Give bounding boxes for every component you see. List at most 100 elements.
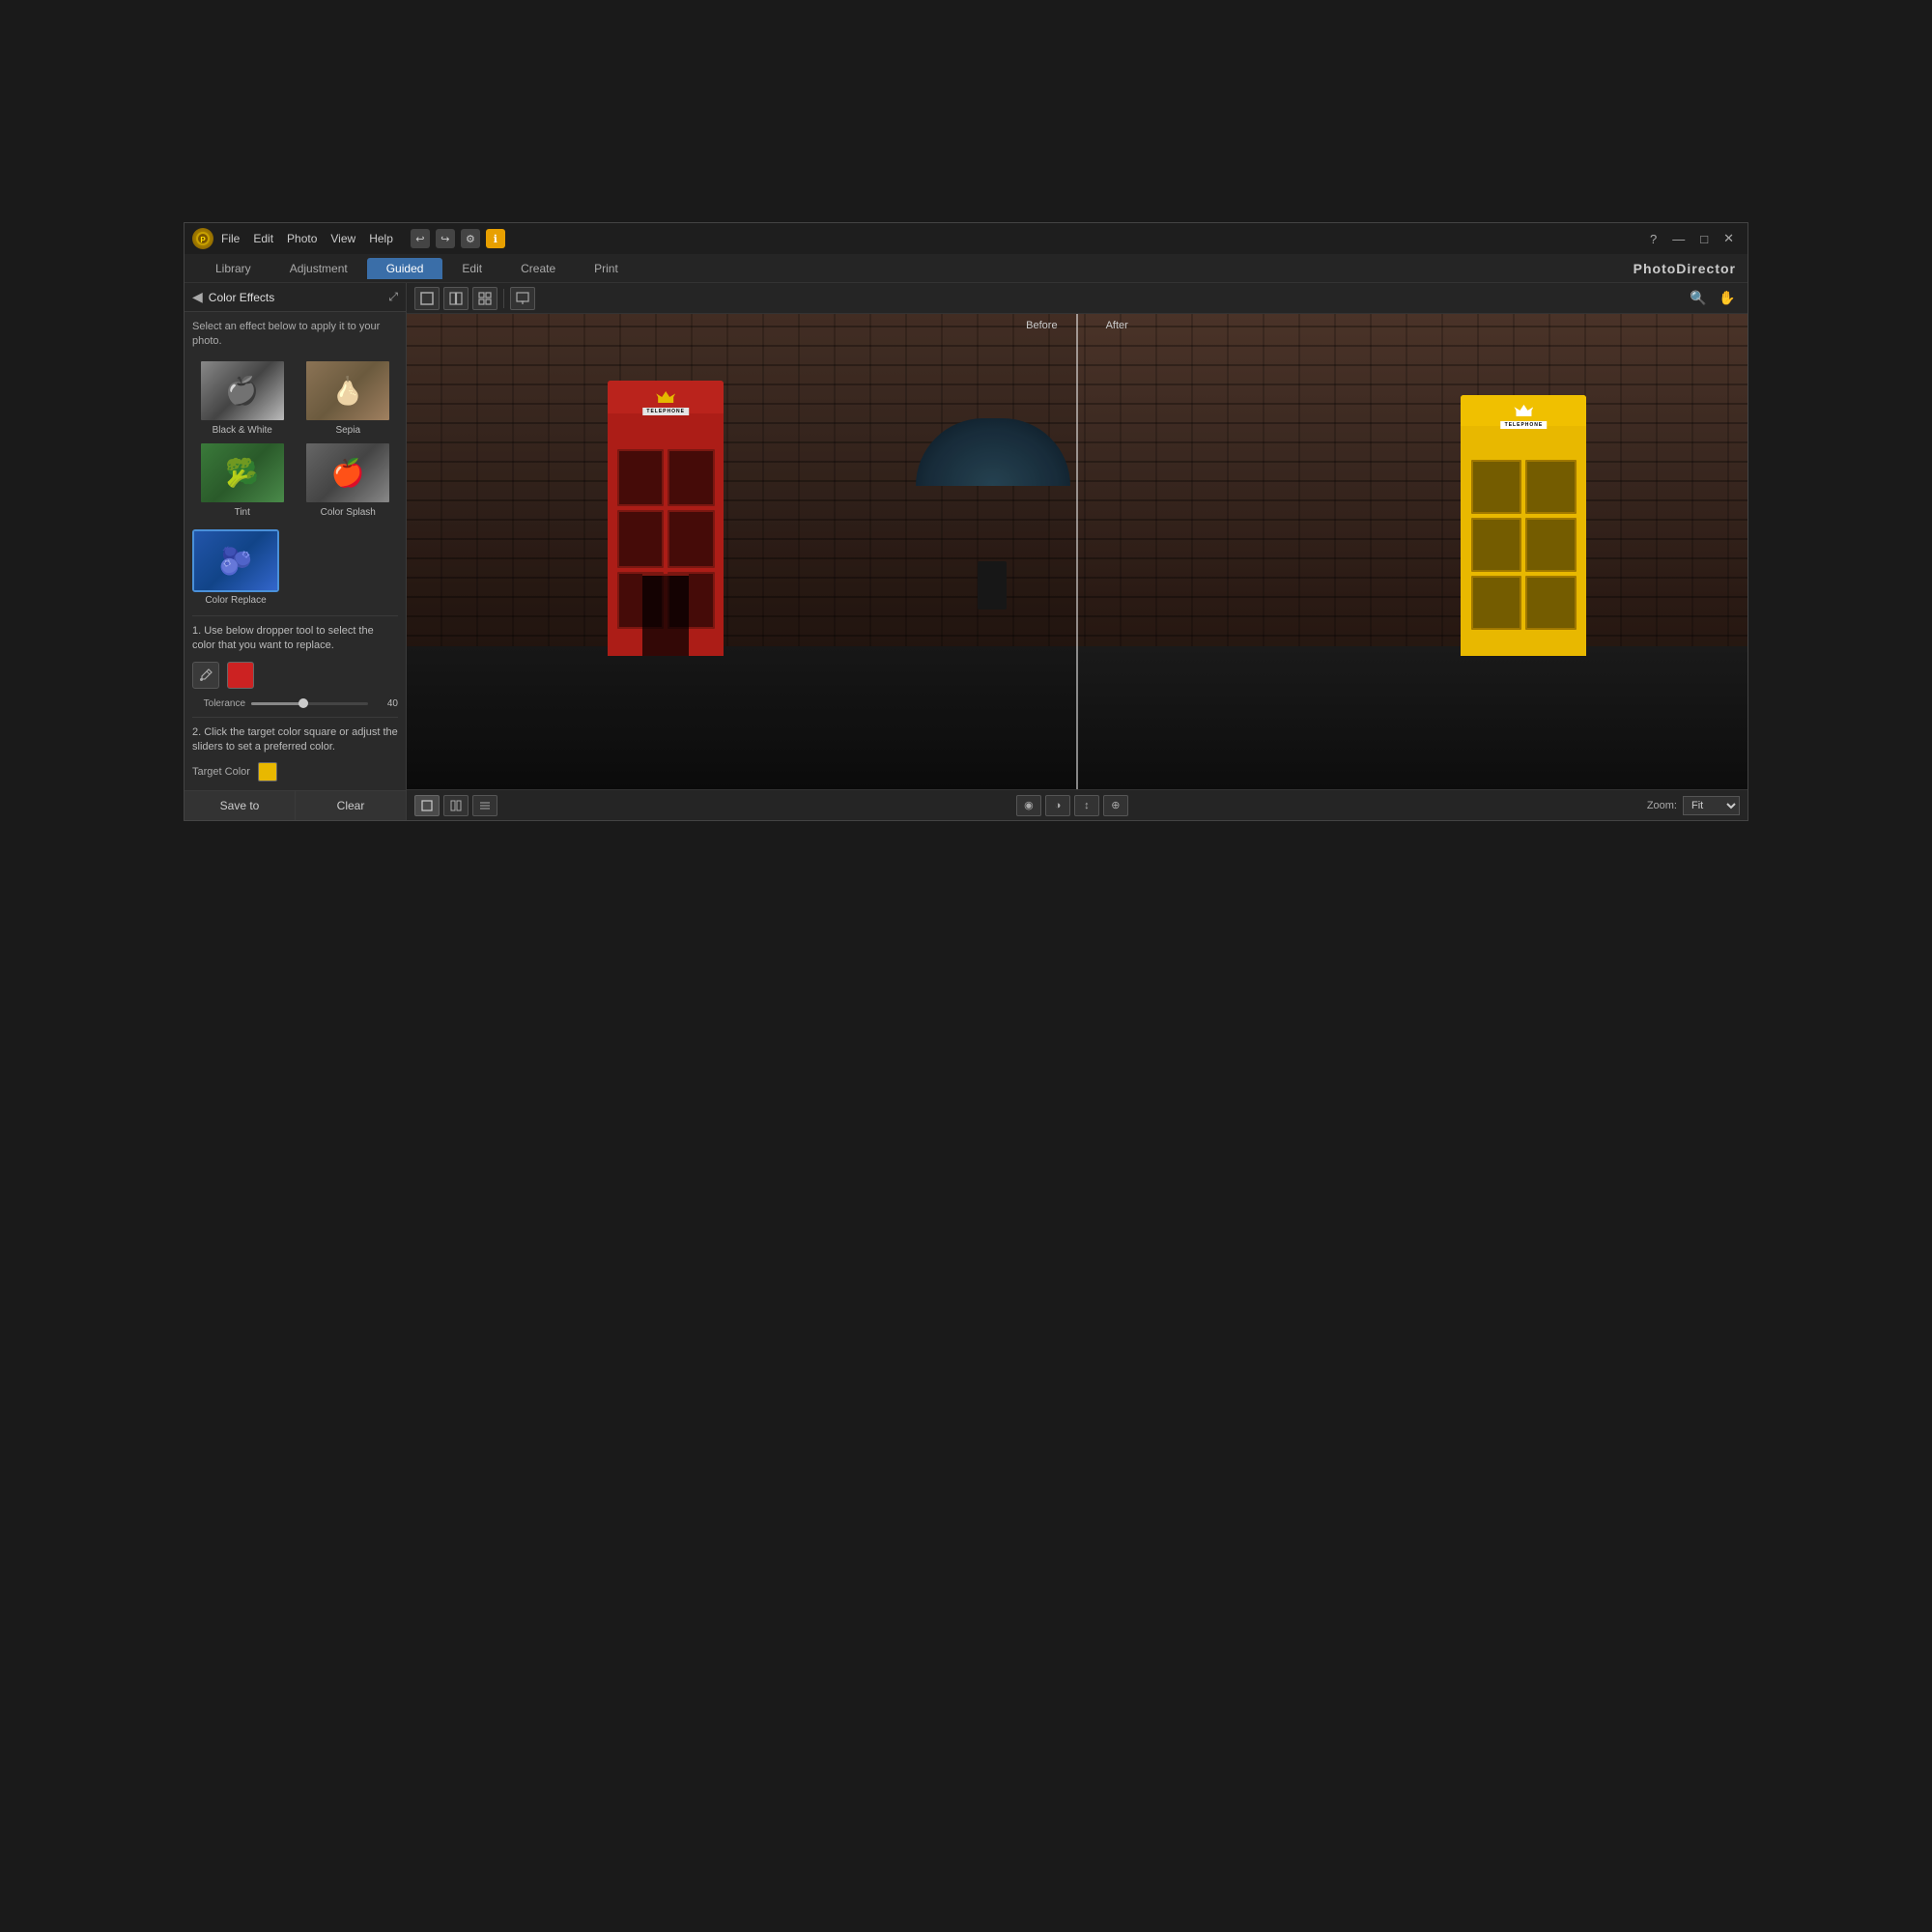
clear-button[interactable]: Clear: [296, 791, 406, 820]
settings-icon[interactable]: ⚙: [461, 229, 480, 248]
color-selector-row: [192, 662, 398, 689]
single-view-btn[interactable]: [414, 795, 440, 816]
step2-section: 2. Click the target color square or adju…: [192, 725, 398, 790]
bottom-toolbar: ◉ ◑ ↕ ⊕ Zoom: Fit 25% 50% 75% 100% 150% …: [407, 789, 1747, 820]
effect-tint[interactable]: Tint: [192, 441, 293, 518]
help-btn[interactable]: ?: [1644, 230, 1662, 248]
effect-sepia[interactable]: Sepia: [298, 359, 399, 436]
compare-btn[interactable]: ◑: [1045, 795, 1070, 816]
menu-view[interactable]: View: [330, 232, 355, 245]
booth-window-1: [617, 449, 664, 506]
magnify-icon[interactable]: 🔍: [1686, 287, 1711, 310]
booth-window-2: [668, 449, 714, 506]
yellow-window-6: [1525, 576, 1577, 630]
view-grid-btn[interactable]: [472, 287, 497, 310]
zoom-select[interactable]: Fit 25% 50% 75% 100% 150% 200%: [1683, 796, 1740, 815]
info-icon[interactable]: ℹ: [486, 229, 505, 248]
split-line[interactable]: [1076, 314, 1078, 789]
toolbar-divider: [503, 289, 504, 308]
divider-1: [192, 615, 398, 616]
panel-body: Select an effect below to apply it to yo…: [185, 312, 406, 790]
yellow-booth-body: TELEPHONE: [1461, 395, 1586, 657]
tab-create[interactable]: Create: [501, 258, 575, 279]
view-monitor-btn[interactable]: [510, 287, 535, 310]
view-single-btn[interactable]: [414, 287, 440, 310]
person-body: [978, 561, 1007, 610]
toolbar-icons: ↩ ↪ ⚙ ℹ: [411, 229, 505, 248]
app-logo: P: [192, 228, 213, 249]
effect-replace[interactable]: Color Replace: [192, 529, 279, 606]
yellow-window-3: [1471, 518, 1522, 572]
bottom-left-tools: [414, 795, 497, 816]
red-booth-sign: TELEPHONE: [642, 408, 689, 415]
red-booth-body: TELEPHONE: [608, 381, 724, 656]
menu-photo[interactable]: Photo: [287, 232, 317, 245]
bottom-center-tools: ◉ ◑ ↕ ⊕: [1016, 795, 1128, 816]
undo-icon[interactable]: ↩: [411, 229, 430, 248]
tolerance-slider[interactable]: [251, 702, 368, 705]
target-color-row: Target Color: [192, 762, 398, 781]
history-btn[interactable]: [472, 795, 497, 816]
left-panel: ◀ Color Effects ⤢ Select an effect below…: [185, 283, 407, 820]
booth-window-4: [668, 510, 714, 567]
effect-sepia-label: Sepia: [335, 425, 360, 436]
save-to-button[interactable]: Save to: [185, 791, 296, 820]
tab-edit[interactable]: Edit: [442, 258, 501, 279]
yellow-window-1: [1471, 460, 1522, 514]
tab-guided[interactable]: Guided: [367, 258, 443, 279]
menu-edit[interactable]: Edit: [253, 232, 273, 245]
photo-main[interactable]: Before After TELEPHON: [407, 314, 1747, 789]
tab-print[interactable]: Print: [575, 258, 638, 279]
target-color-swatch[interactable]: [258, 762, 277, 781]
after-label: After: [1106, 320, 1128, 331]
split-view-btn[interactable]: [443, 795, 469, 816]
effect-bw[interactable]: Black & White: [192, 359, 293, 436]
back-button[interactable]: ◀: [192, 289, 203, 305]
before-label: Before: [1026, 320, 1057, 331]
umbrella: [916, 418, 1070, 486]
maximize-btn[interactable]: □: [1694, 230, 1714, 248]
panel-title: Color Effects: [209, 291, 274, 304]
view-split-btn[interactable]: [443, 287, 469, 310]
source-color-swatch[interactable]: [227, 662, 254, 689]
effects-grid: Black & White Sepia Tint: [192, 359, 398, 518]
zoom-label: Zoom:: [1647, 800, 1677, 811]
step1-section: 1. Use below dropper tool to select the …: [192, 624, 398, 709]
close-btn[interactable]: ✕: [1718, 229, 1740, 248]
yellow-window-2: [1525, 460, 1577, 514]
yellow-booth-crown: [1514, 405, 1533, 416]
info2-btn[interactable]: ⊕: [1103, 795, 1128, 816]
effect-splash[interactable]: Color Splash: [298, 441, 399, 518]
tab-adjustment[interactable]: Adjustment: [270, 258, 367, 279]
app-title: PhotoDirector: [1634, 261, 1736, 276]
effect-sepia-thumbnail: [304, 359, 391, 422]
histogram-btn[interactable]: ↕: [1074, 795, 1099, 816]
tolerance-value: 40: [374, 698, 398, 709]
effect-bw-label: Black & White: [213, 425, 272, 436]
yellow-booth-sign: TELEPHONE: [1501, 421, 1548, 429]
effect-tint-thumbnail: [199, 441, 286, 504]
hand-icon[interactable]: ✋: [1715, 287, 1740, 310]
effect-replace-label: Color Replace: [205, 595, 266, 606]
mask-btn[interactable]: ◉: [1016, 795, 1041, 816]
tab-library[interactable]: Library: [196, 258, 270, 279]
app-window: P File Edit Photo View Help ↩ ↪ ⚙ ℹ ? — …: [184, 222, 1748, 821]
svg-text:P: P: [200, 236, 206, 244]
effect-splash-label: Color Splash: [321, 507, 376, 518]
minimize-btn[interactable]: —: [1666, 230, 1690, 248]
panel-header-left: ◀ Color Effects: [192, 289, 274, 305]
title-bar: P File Edit Photo View Help ↩ ↪ ⚙ ℹ ? — …: [185, 223, 1747, 254]
main-content: ◀ Color Effects ⤢ Select an effect below…: [185, 283, 1747, 820]
red-phone-booth: TELEPHONE: [608, 381, 724, 656]
redo-icon[interactable]: ↪: [436, 229, 455, 248]
panel-export-icon[interactable]: ⤢: [388, 290, 398, 304]
sepia-thumb-inner: [306, 361, 389, 420]
splash-thumb-inner: [306, 443, 389, 502]
menu-file[interactable]: File: [221, 232, 240, 245]
target-color-label: Target Color: [192, 766, 250, 778]
bottom-right-tools: Zoom: Fit 25% 50% 75% 100% 150% 200%: [1647, 796, 1740, 815]
photo-canvas: TELEPHONE: [407, 314, 1747, 789]
eyedropper-button[interactable]: [192, 662, 219, 689]
menu-help[interactable]: Help: [369, 232, 393, 245]
step1-text: 1. Use below dropper tool to select the …: [192, 624, 398, 654]
